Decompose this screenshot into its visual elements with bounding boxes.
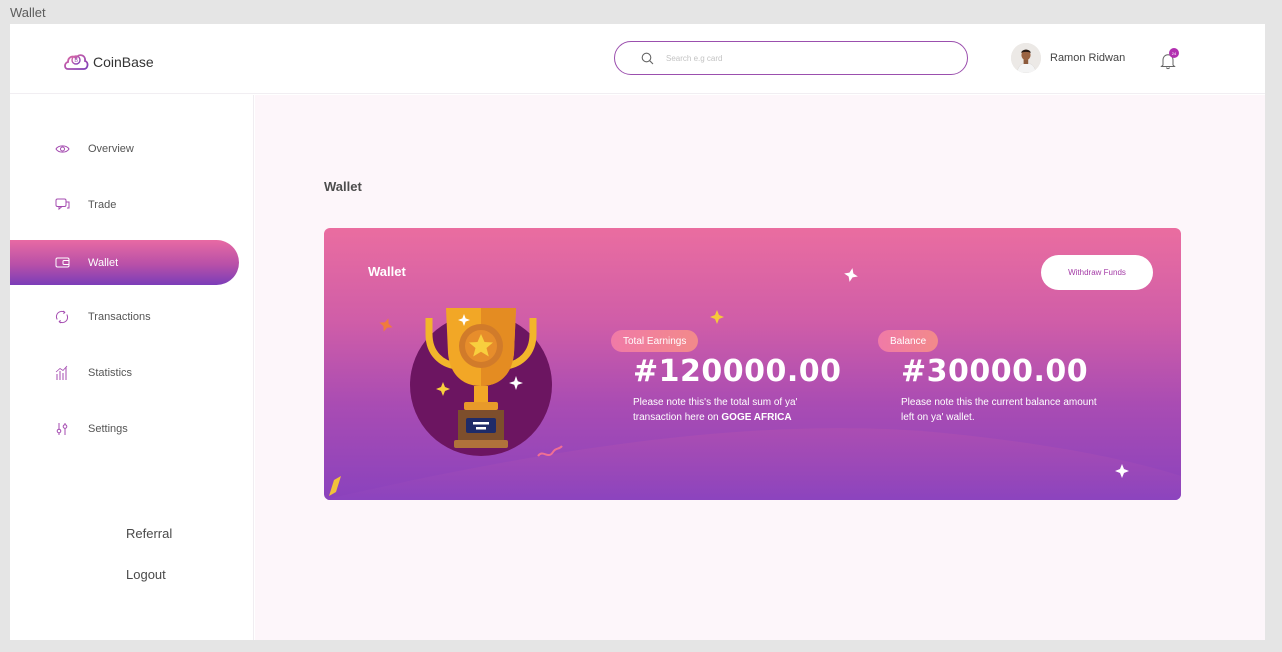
sidebar-item-statistics[interactable]: Statistics: [10, 350, 239, 395]
balance-amount: #30000.00: [901, 354, 1089, 389]
sidebar: Overview Trade Wallet Transactions Stati: [10, 95, 254, 640]
sidebar-item-settings[interactable]: Settings: [10, 406, 239, 451]
total-earnings-amount: #120000.00: [633, 354, 842, 389]
app-window: B CoinBase Ramon Ridwan: [10, 24, 1265, 640]
sidebar-item-transactions[interactable]: Transactions: [10, 294, 239, 339]
logo[interactable]: B CoinBase: [63, 51, 154, 73]
search-icon: [641, 52, 654, 64]
page-title: Wallet: [324, 179, 362, 194]
brand-name: CoinBase: [93, 54, 154, 70]
frame-label: Wallet: [10, 5, 46, 20]
sidebar-item-label: Trade: [88, 198, 117, 211]
notification-button[interactable]: 24: [1160, 48, 1179, 70]
header: B CoinBase Ramon Ridwan: [10, 24, 1265, 94]
sidebar-item-label: Overview: [88, 142, 134, 155]
sidebar-item-wallet[interactable]: Wallet: [10, 240, 239, 285]
wallet-icon: [54, 255, 70, 271]
notification-badge: 24: [1169, 48, 1179, 58]
user-profile[interactable]: Ramon Ridwan: [1011, 43, 1125, 73]
logout-link[interactable]: Logout: [126, 567, 166, 582]
sidebar-item-label: Statistics: [88, 366, 133, 379]
referral-link[interactable]: Referral: [126, 526, 172, 541]
refresh-icon: [54, 309, 70, 325]
sidebar-item-overview[interactable]: Overview: [10, 126, 239, 171]
bar-chart-icon: [54, 365, 70, 381]
avatar[interactable]: [1011, 43, 1041, 73]
sidebar-item-label: Transactions: [88, 310, 151, 323]
search-bar[interactable]: [614, 41, 968, 75]
wallet-card: Wallet Withdraw Funds Total Earnings #12…: [324, 228, 1181, 500]
trophy-illustration: [410, 308, 552, 456]
balance-note: Please note this the current balance amo…: [901, 397, 1097, 423]
total-earnings-badge: Total Earnings: [611, 330, 699, 352]
sidebar-item-label: Settings: [88, 422, 128, 435]
chat-icon: [54, 197, 70, 213]
sidebar-item-label: Wallet: [88, 256, 119, 269]
company-name: GOGE AFRICA: [721, 412, 792, 423]
main-content: Wallet Wallet Withdraw Funds Total Earni…: [255, 95, 1265, 640]
sidebar-item-trade[interactable]: Trade: [10, 182, 239, 227]
balance-badge: Balance: [878, 330, 939, 352]
total-earnings-note: Please note this's the total sum of ya' …: [633, 395, 843, 425]
user-name: Ramon Ridwan: [1050, 52, 1126, 64]
card-title: Wallet: [368, 264, 406, 279]
withdraw-funds-button[interactable]: Withdraw Funds: [1041, 255, 1153, 290]
search-input[interactable]: [666, 53, 926, 63]
coin-logo-icon: B: [64, 54, 89, 70]
sliders-icon: [54, 421, 70, 437]
eye-icon: [54, 141, 70, 157]
svg-text:B: B: [74, 58, 78, 64]
